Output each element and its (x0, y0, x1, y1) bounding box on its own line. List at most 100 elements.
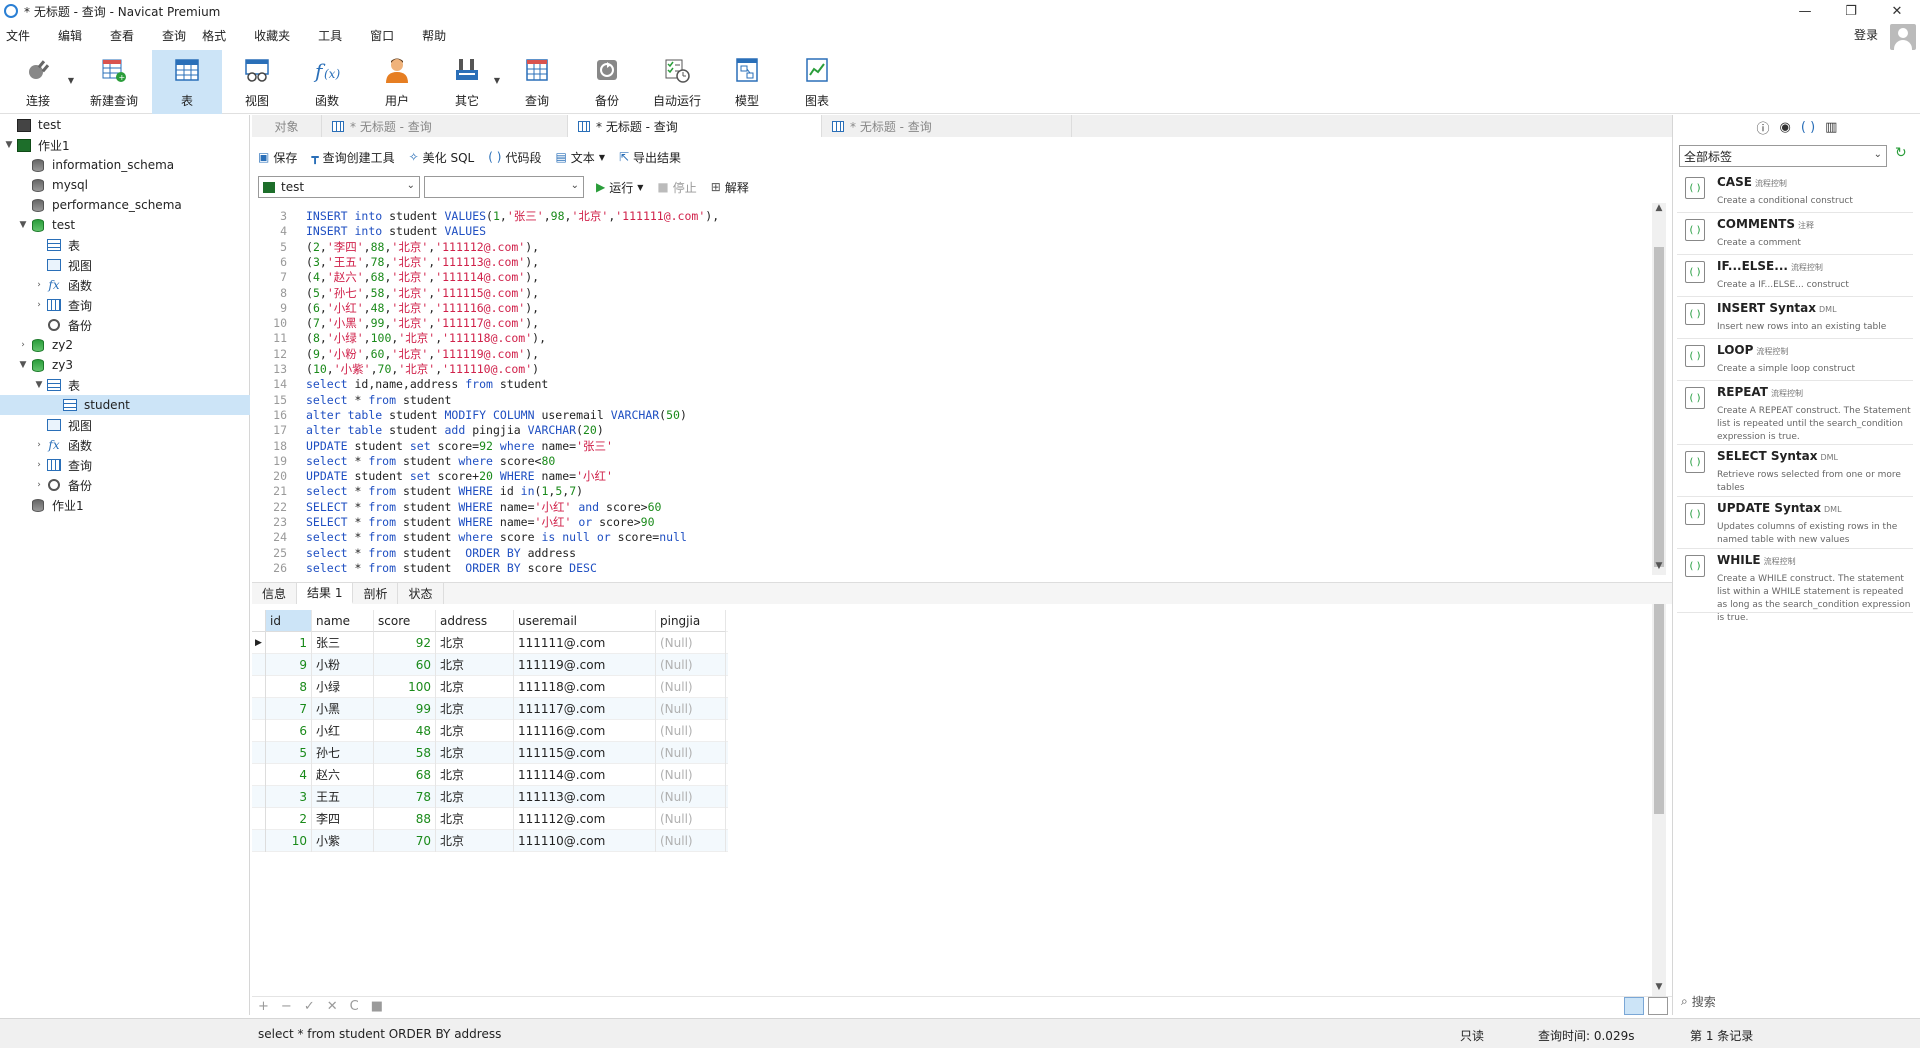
refresh-button[interactable]: C (350, 999, 359, 1014)
code-text[interactable]: INSERT into student VALUES (306, 224, 486, 239)
snippet-item[interactable]: ( ) SELECT Syntax DML Retrieve rows selecte… (1677, 445, 1913, 497)
function-button[interactable]: f (x) 函数 (292, 50, 362, 114)
cell-name[interactable]: 张三 (312, 631, 374, 654)
editor-scrollbar[interactable]: ▲ ▼ (1652, 203, 1666, 575)
cell-useremail[interactable]: 111110@.com (514, 829, 656, 852)
snippet-item[interactable]: ( ) UPDATE Syntax DML Updates columns of ex… (1677, 497, 1913, 549)
code-text[interactable]: select * from student (306, 393, 451, 408)
cell-useremail[interactable]: 111113@.com (514, 785, 656, 808)
tree-item-zy3-queries[interactable]: › 查询 (32, 455, 248, 475)
cell-address[interactable]: 北京 (436, 675, 514, 698)
tree-item-zy2[interactable]: › zy2 (16, 335, 248, 355)
table-row[interactable]: ▶ 1 张三 92 北京 111111@.com (Null) (252, 631, 728, 654)
tab-query-3[interactable]: * 无标题 - 查询 (822, 115, 1072, 137)
snippet-item[interactable]: ( ) WHILE 流程控制 Create a WHILE construct. Th… (1677, 549, 1913, 623)
tree-item-zy3-views[interactable]: 视图 (32, 415, 248, 435)
code-text[interactable]: select id,name,address from student (306, 377, 548, 392)
cell-useremail[interactable]: 111119@.com (514, 653, 656, 676)
cell-pingjia[interactable]: (Null) (656, 829, 726, 852)
menu-edit[interactable]: 编辑 (52, 27, 90, 44)
refresh-icon[interactable]: ↻ (1895, 145, 1907, 161)
code-text[interactable]: alter table student MODIFY COLUMN userem… (306, 408, 687, 423)
sql-editor[interactable]: 3 INSERT into student VALUES(1,'张三',98,'北… (252, 203, 1652, 573)
tree-item-db-test[interactable]: ▼ test (16, 215, 248, 235)
tree-item-zy3-tables[interactable]: ▼ 表 (32, 375, 248, 395)
chevron-right-icon[interactable]: › (32, 300, 46, 310)
apply-changes-button[interactable]: ✓ (304, 999, 315, 1014)
table-row[interactable]: 9 小粉 60 北京 111119@.com (Null) (252, 653, 728, 676)
scroll-down-icon[interactable]: ▼ (1652, 561, 1666, 575)
connect-button[interactable]: 连接 ▼ (0, 50, 76, 114)
grid-scrollbar[interactable]: ▼ (1652, 604, 1666, 996)
column-header-score[interactable]: score (374, 609, 436, 632)
cell-name[interactable]: 赵六 (312, 763, 374, 786)
connection-select[interactable]: test ⌄ (258, 176, 420, 198)
close-button[interactable]: ✕ (1874, 0, 1920, 22)
cell-score[interactable]: 60 (374, 653, 436, 676)
cell-address[interactable]: 北京 (436, 763, 514, 786)
snippet-item[interactable]: ( ) INSERT Syntax DML Insert new rows into … (1677, 297, 1913, 339)
chevron-right-icon[interactable]: › (32, 440, 46, 450)
others-button[interactable]: 其它 ▼ (432, 50, 502, 114)
view-button[interactable]: 视图 (222, 50, 292, 114)
scroll-thumb[interactable] (1654, 604, 1664, 814)
cell-pingjia[interactable]: (Null) (656, 697, 726, 720)
cell-name[interactable]: 小红 (312, 719, 374, 742)
model-button[interactable]: 模型 (712, 50, 782, 114)
code-text[interactable]: INSERT into student VALUES(1,'张三',98,'北京… (306, 209, 719, 224)
row-marker[interactable] (252, 829, 266, 852)
cell-score[interactable]: 88 (374, 807, 436, 830)
row-marker[interactable] (252, 719, 266, 742)
cell-useremail[interactable]: 111114@.com (514, 763, 656, 786)
code-text[interactable]: (4,'赵六',68,'北京','111114@.com'), (306, 270, 539, 285)
chevron-right-icon[interactable]: › (16, 340, 30, 350)
login-link[interactable]: 登录 (1854, 26, 1878, 43)
code-text[interactable]: alter table student add pingjia VARCHAR(… (306, 423, 604, 438)
query-builder-button[interactable]: ┳ 查询创建工具 (311, 149, 394, 166)
cell-useremail[interactable]: 111116@.com (514, 719, 656, 742)
database-select[interactable]: ⌄ (424, 176, 584, 198)
braces-icon[interactable]: ( ) (1801, 120, 1815, 135)
menu-favorites[interactable]: 收藏夹 (248, 27, 298, 44)
table-row[interactable]: 8 小绿 100 北京 111118@.com (Null) (252, 675, 728, 698)
cell-id[interactable]: 10 (266, 829, 312, 852)
beautify-sql-button[interactable]: ✧ 美化 SQL (409, 149, 475, 166)
export-result-button[interactable]: ⇱ 导出结果 (619, 149, 681, 166)
row-marker[interactable] (252, 807, 266, 830)
table-row[interactable]: 10 小紫 70 北京 111110@.com (Null) (252, 829, 728, 852)
tree-item-backups[interactable]: 备份 (32, 315, 248, 335)
chevron-down-icon[interactable]: ▼ (16, 360, 30, 370)
cell-address[interactable]: 北京 (436, 631, 514, 654)
cell-address[interactable]: 北京 (436, 719, 514, 742)
cell-address[interactable]: 北京 (436, 829, 514, 852)
tab-status[interactable]: 状态 (398, 583, 444, 604)
chevron-right-icon[interactable]: › (32, 480, 46, 490)
code-text[interactable]: (3,'王五',78,'北京','111113@.com'), (306, 255, 539, 270)
cell-name[interactable]: 李四 (312, 807, 374, 830)
text-button[interactable]: ▤ 文本 ▼ (555, 149, 605, 166)
eye-icon[interactable]: ◉ (1780, 120, 1791, 135)
table-row[interactable]: 7 小黑 99 北京 111117@.com (Null) (252, 697, 728, 720)
cell-score[interactable]: 48 (374, 719, 436, 742)
cell-pingjia[interactable]: (Null) (656, 763, 726, 786)
column-header-name[interactable]: name (312, 609, 374, 632)
chevron-down-icon[interactable]: ▼ (32, 380, 46, 390)
scroll-up-icon[interactable]: ▲ (1652, 203, 1666, 217)
table-row[interactable]: 5 孙七 58 北京 111115@.com (Null) (252, 741, 728, 764)
cell-id[interactable]: 1 (266, 631, 312, 654)
cell-useremail[interactable]: 111111@.com (514, 631, 656, 654)
code-text[interactable]: UPDATE student set score+20 WHERE name='… (306, 469, 613, 484)
cell-name[interactable]: 小黑 (312, 697, 374, 720)
snippet-item[interactable]: ( ) IF...ELSE... 流程控制 Create a IF...ELSE...… (1677, 255, 1913, 297)
row-marker[interactable] (252, 675, 266, 698)
cell-address[interactable]: 北京 (436, 697, 514, 720)
row-marker[interactable] (252, 763, 266, 786)
chart-button[interactable]: 图表 (782, 50, 852, 114)
snippet-item[interactable]: ( ) CASE 流程控制 Create a conditional construc… (1677, 171, 1913, 213)
tab-query-2[interactable]: * 无标题 - 查询 (568, 115, 822, 137)
discard-changes-button[interactable]: ✕ (327, 999, 338, 1014)
chevron-down-icon[interactable]: ▼ (2, 140, 16, 150)
scroll-thumb[interactable] (1654, 247, 1664, 567)
grid-icon[interactable]: ▥ (1825, 120, 1837, 135)
table-button[interactable]: 表 (152, 50, 222, 114)
